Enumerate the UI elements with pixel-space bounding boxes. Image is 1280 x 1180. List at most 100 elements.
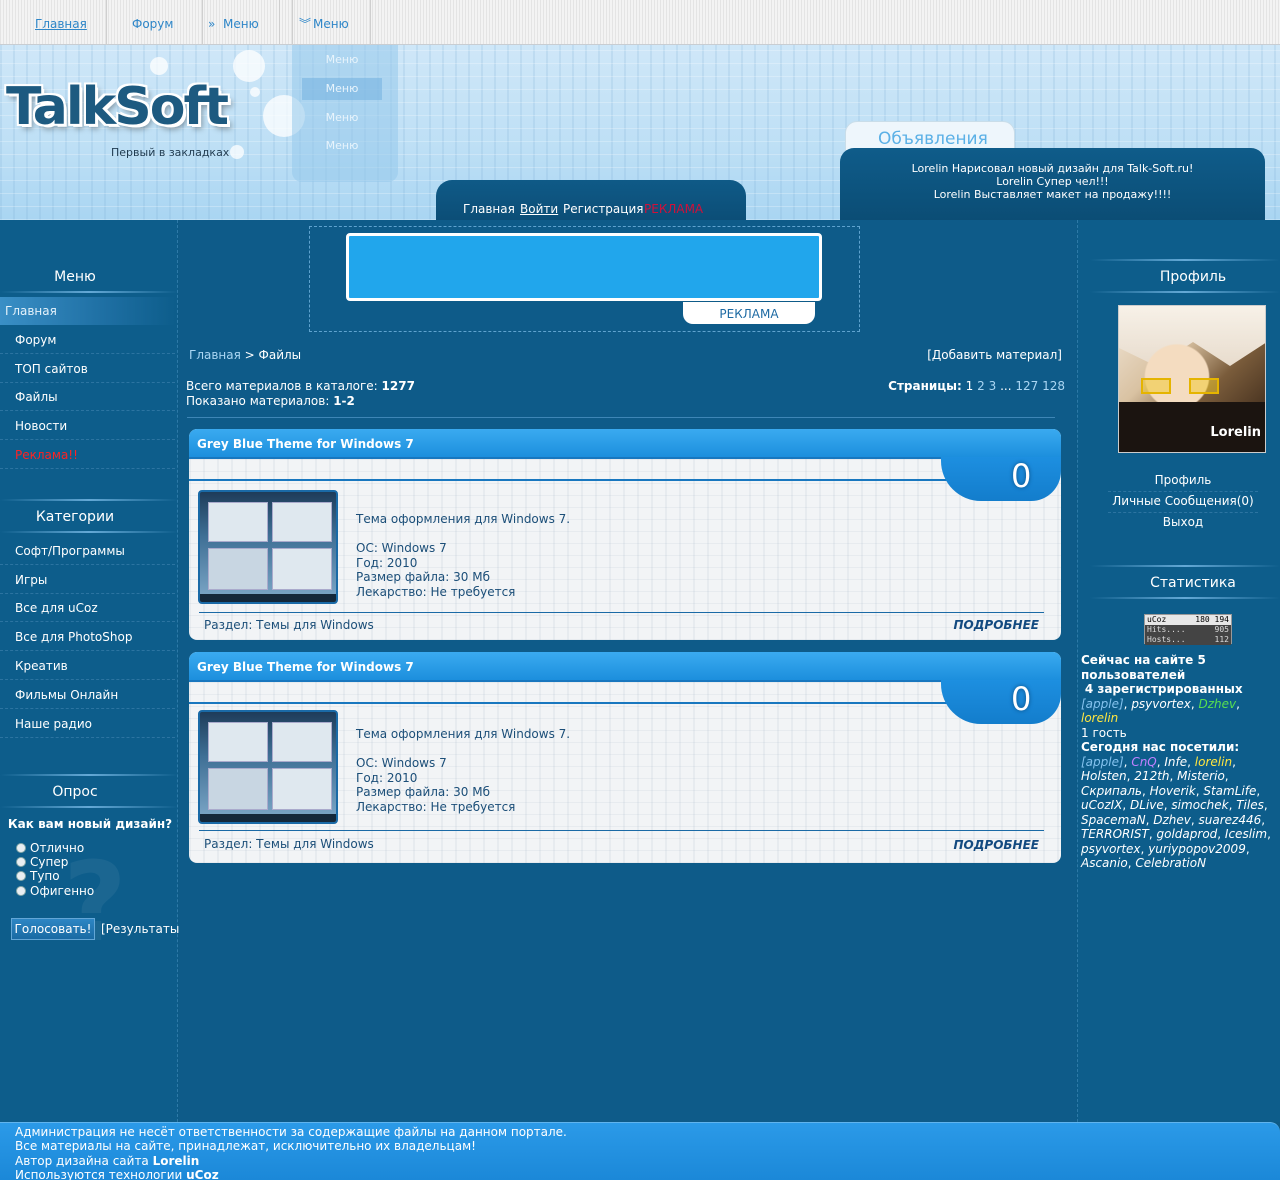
ad-banner[interactable] <box>346 233 822 301</box>
topnav-item-home[interactable]: Главная <box>0 0 107 45</box>
topnav-home-label[interactable]: Главная <box>35 17 87 31</box>
category-item[interactable]: Наше радио <box>0 710 175 738</box>
poll-option[interactable]: Отлично <box>16 841 84 855</box>
dropdown-item[interactable]: Меню <box>302 107 382 129</box>
category-item[interactable]: Игры <box>0 566 175 594</box>
sidebar-item-label[interactable]: Форум <box>15 333 56 347</box>
category-item[interactable]: Фильмы Онлайн <box>0 681 175 709</box>
sidebar-item-forum[interactable]: Форум <box>0 326 175 354</box>
radio-icon[interactable] <box>16 857 26 867</box>
page-link[interactable]: 127 <box>1015 379 1038 393</box>
ucoz-counter[interactable]: uCoz 180 194 Hits.... 905 Hosts... 112 <box>1144 614 1232 645</box>
topnav-menu-2-label[interactable]: Меню <box>313 17 349 31</box>
sidebar-item-label[interactable]: Новости <box>15 419 67 433</box>
entry-thumbnail[interactable] <box>198 710 338 824</box>
online-user[interactable]: [apple] <box>1081 697 1124 711</box>
category-label[interactable]: Все для PhotoShop <box>15 630 132 644</box>
visitor[interactable]: CnQ <box>1131 755 1156 769</box>
radio-icon[interactable] <box>16 871 26 881</box>
topnav-forum-label[interactable]: Форум <box>132 17 173 31</box>
page-link[interactable]: 3 <box>989 379 997 393</box>
visitor[interactable]: Iceslim <box>1225 827 1267 841</box>
poll-option[interactable]: Супер <box>16 855 68 869</box>
vote-button[interactable]: Голосовать! <box>11 918 95 940</box>
comments-count[interactable]: 0 <box>1011 680 1031 718</box>
topnav-menu-1-label[interactable]: Меню <box>223 17 259 31</box>
avatar[interactable]: Lorelin <box>1118 305 1266 453</box>
radio-icon[interactable] <box>16 886 26 896</box>
ad-link[interactable]: РЕКЛАМА <box>644 202 703 216</box>
add-material-link[interactable]: [Добавить материал] <box>927 348 1062 362</box>
sidebar-item-label[interactable]: Файлы <box>15 390 58 404</box>
banner-label[interactable]: РЕКЛАМА <box>683 307 815 321</box>
sidebar-item-label[interactable]: Реклама!! <box>15 448 78 462</box>
site-logo[interactable]: TalkSoft <box>6 77 229 137</box>
dropdown-item-active[interactable]: Меню <box>302 78 382 100</box>
online-user[interactable]: Dzhev <box>1199 697 1237 711</box>
visitor[interactable]: goldaprod <box>1157 827 1218 841</box>
category-label[interactable]: Игры <box>15 573 47 587</box>
comments-count[interactable]: 0 <box>1011 457 1031 495</box>
visitor[interactable]: Скрипаль <box>1081 784 1142 798</box>
visitor[interactable]: TERRORIST <box>1081 827 1149 841</box>
entry-section-link[interactable]: Раздел: Темы для Windows <box>204 837 374 851</box>
visitor[interactable]: psyvortex <box>1081 842 1141 856</box>
category-item[interactable]: Все для PhotoShop <box>0 623 175 651</box>
category-item[interactable]: Все для uCoz <box>0 594 175 622</box>
visitor[interactable]: lorelin <box>1195 755 1232 769</box>
visitor[interactable]: [apple] <box>1081 755 1124 769</box>
logout-link[interactable]: Выход <box>1108 515 1258 533</box>
sidebar-item-ads[interactable]: Реклама!! <box>0 441 175 469</box>
login-bar-home[interactable]: Главная <box>463 202 515 216</box>
poll-option[interactable]: Тупо <box>16 869 60 883</box>
visitor[interactable]: SpacemaN <box>1081 813 1146 827</box>
entry-title[interactable]: Grey Blue Theme for Windows 7 <box>197 437 414 451</box>
visitor[interactable]: CelebratioN <box>1135 856 1206 870</box>
category-label[interactable]: Наше радио <box>15 717 92 731</box>
dropdown-item[interactable]: Меню <box>302 49 382 71</box>
page-link[interactable]: 128 <box>1042 379 1065 393</box>
read-more-link[interactable]: ПОДРОБНЕЕ <box>953 838 1039 852</box>
visitor[interactable]: Ascanio <box>1081 856 1128 870</box>
category-label[interactable]: Софт/Программы <box>15 544 125 558</box>
category-label[interactable]: Все для uCoz <box>15 601 98 615</box>
visitor[interactable]: suarez446 <box>1199 813 1262 827</box>
visitor[interactable]: 212th <box>1134 769 1169 783</box>
visitor[interactable]: Tiles <box>1236 798 1264 812</box>
login-link[interactable]: Войти <box>520 202 558 216</box>
visitor[interactable]: StamLife <box>1203 784 1256 798</box>
visitor[interactable]: Misterio <box>1177 769 1225 783</box>
dropdown-item[interactable]: Меню <box>302 135 382 157</box>
visitor[interactable]: Hoverik <box>1150 784 1196 798</box>
visitor[interactable]: Holsten <box>1081 769 1127 783</box>
entry-thumbnail[interactable] <box>198 490 338 604</box>
online-user[interactable]: psyvortex <box>1131 697 1191 711</box>
topnav-item-menu-1[interactable]: » Меню <box>203 0 280 45</box>
read-more-link[interactable]: ПОДРОБНЕЕ <box>953 618 1039 632</box>
visitor[interactable]: DLive <box>1130 798 1164 812</box>
radio-icon[interactable] <box>16 843 26 853</box>
visitor[interactable]: uCozIX <box>1081 798 1122 812</box>
category-item[interactable]: Софт/Программы <box>0 537 175 565</box>
sidebar-item-home[interactable]: Главная <box>0 297 175 325</box>
entry-title[interactable]: Grey Blue Theme for Windows 7 <box>197 660 414 674</box>
entry-section-link[interactable]: Раздел: Темы для Windows <box>204 618 374 632</box>
visitor[interactable]: simochek <box>1171 798 1228 812</box>
online-user[interactable]: lorelin <box>1081 711 1118 725</box>
sidebar-item-top-sites[interactable]: ТОП сайтов <box>0 355 175 383</box>
footer-tech-name[interactable]: uCoz <box>186 1168 219 1180</box>
page-link[interactable]: 2 <box>977 379 985 393</box>
category-item[interactable]: Креатив <box>0 652 175 680</box>
profile-link[interactable]: Профиль <box>1108 473 1258 492</box>
sidebar-item-label[interactable]: ТОП сайтов <box>15 362 88 376</box>
poll-option[interactable]: Офигенно <box>16 884 94 898</box>
breadcrumb-home[interactable]: Главная <box>189 348 241 362</box>
visitor[interactable]: yuriypopov2009 <box>1148 842 1246 856</box>
poll-results-link[interactable]: [Результаты] <box>101 922 184 936</box>
category-label[interactable]: Фильмы Онлайн <box>15 688 118 702</box>
topnav-item-forum[interactable]: Форум <box>107 0 203 45</box>
visitor[interactable]: Dzhev <box>1153 813 1191 827</box>
sidebar-item-files[interactable]: Файлы <box>0 383 175 411</box>
sidebar-item-news[interactable]: Новости <box>0 412 175 440</box>
footer-author-name[interactable]: Lorelin <box>153 1154 200 1168</box>
